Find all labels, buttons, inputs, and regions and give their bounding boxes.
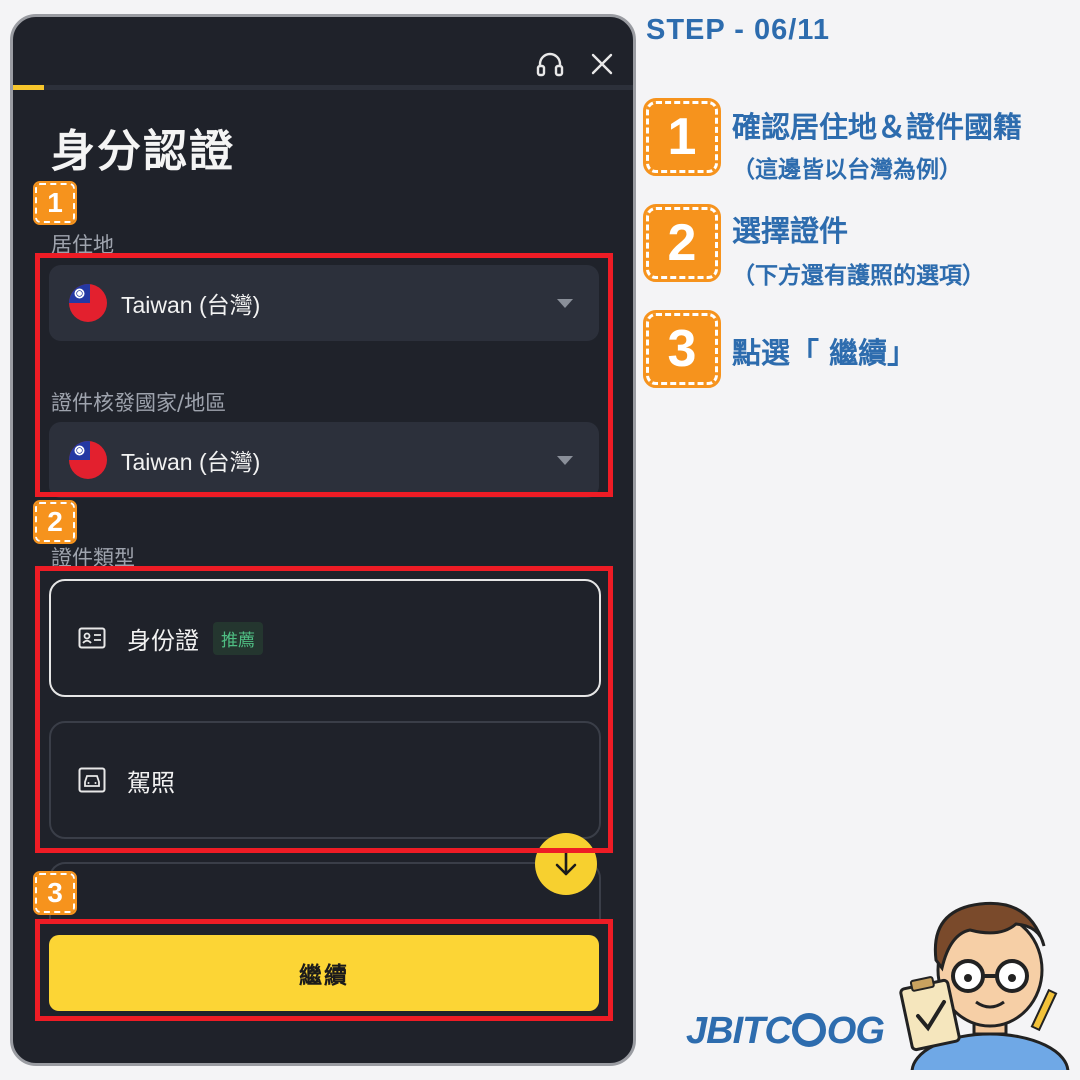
guide-badge-3: 3 (643, 310, 721, 388)
step-label: STEP - 06/11 (646, 14, 830, 46)
guide-step-3-title: 點選「 繼續」 (732, 336, 917, 370)
progress-fill (13, 85, 44, 90)
annotation-badge-2: 2 (33, 500, 77, 544)
highlight-box-country (35, 253, 613, 497)
guide-badge-1: 1 (643, 98, 721, 176)
arrow-down-icon (555, 851, 577, 876)
highlight-box-continue (35, 919, 613, 1021)
progress-bar (13, 85, 633, 90)
identity-verification-dialog: 身分認證 居住地 Taiwan (台灣) 證件核發國家/地區 Taiwan (台… (10, 14, 636, 1066)
mascot-illustration (899, 901, 1070, 1070)
guide-badge-2: 2 (643, 204, 721, 282)
guide-step-2-subtitle: （下方還有護照的選項） (732, 263, 985, 289)
annotation-badge-1: 1 (33, 181, 77, 225)
document-option-partial[interactable] (49, 862, 601, 922)
headset-icon[interactable] (533, 47, 567, 81)
page-title: 身分認證 (51, 126, 235, 177)
guide-step-1-title: 確認居住地＆證件國籍 (732, 110, 1023, 144)
annotation-badge-3: 3 (33, 871, 77, 915)
guide-step-2-title: 選擇證件 (732, 214, 849, 248)
close-icon[interactable] (585, 47, 619, 81)
jbitclog-logo: JBITC OG (686, 1010, 885, 1052)
highlight-box-document (35, 566, 613, 853)
guide-step-1-subtitle: （這邊皆以台灣為例） (732, 157, 962, 183)
